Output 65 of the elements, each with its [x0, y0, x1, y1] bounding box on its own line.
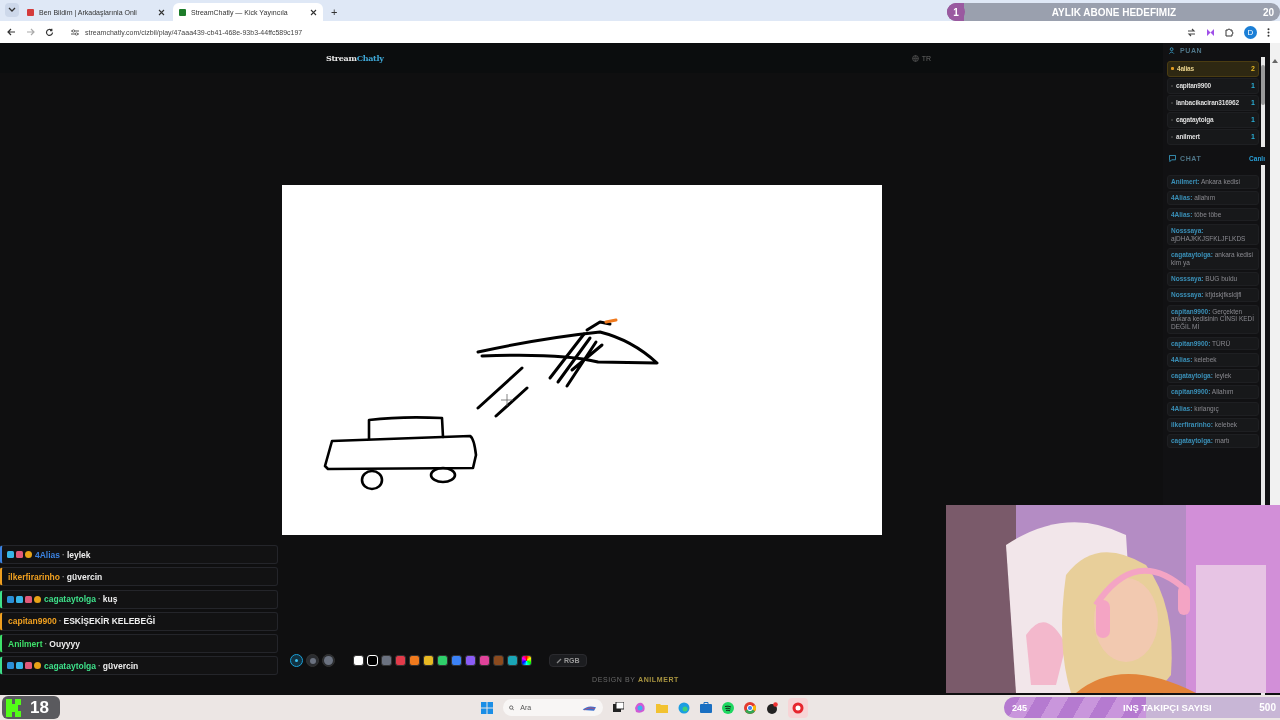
- spotify-icon[interactable]: [722, 701, 734, 714]
- close-icon[interactable]: [310, 8, 317, 16]
- color-swatch[interactable]: [395, 655, 406, 666]
- chat-text: Ouyyyy: [49, 638, 81, 649]
- chat-username: cagataytolga: [44, 661, 96, 671]
- color-swatch[interactable]: [465, 655, 476, 666]
- color-swatch[interactable]: [493, 655, 504, 666]
- chat-username: 4Alias: [35, 549, 61, 560]
- chrome-icon[interactable]: [744, 701, 756, 714]
- new-tab-button[interactable]: +: [331, 6, 338, 18]
- separator-dot: ·: [58, 616, 62, 627]
- profile-avatar[interactable]: D: [1244, 25, 1257, 39]
- users-icon: [1169, 46, 1176, 54]
- color-swatch[interactable]: [381, 655, 392, 666]
- page-scrollbar[interactable]: [1270, 43, 1280, 505]
- color-swatch[interactable]: [437, 655, 448, 666]
- tab-list-icon[interactable]: [5, 3, 19, 17]
- custom-color-swatch[interactable]: [521, 655, 532, 666]
- color-swatch[interactable]: [409, 655, 420, 666]
- kick-counter: 18: [2, 696, 60, 719]
- chat-username: ilkerfirarinho: [8, 571, 60, 582]
- separator-dot: ·: [97, 661, 101, 671]
- separator-dot: ·: [62, 549, 65, 560]
- chat-text: kuş: [102, 594, 118, 605]
- scroll-up-icon[interactable]: [1272, 59, 1278, 63]
- app-icon[interactable]: [766, 701, 778, 714]
- site-settings-icon[interactable]: [71, 28, 79, 36]
- store-icon[interactable]: [700, 702, 712, 713]
- search-icon[interactable]: [509, 703, 515, 712]
- goal-target: 20: [1262, 6, 1275, 18]
- chat-icon: [1169, 154, 1176, 162]
- chat-text: leylek: [66, 549, 91, 560]
- chat-username: Anilmert: [8, 638, 43, 649]
- pencil-icon: [556, 657, 562, 664]
- translate-icon[interactable]: [1187, 27, 1196, 37]
- color-swatch[interactable]: [451, 655, 462, 666]
- brush-size-button[interactable]: [322, 654, 335, 667]
- chat-text: ESKİŞEKİR KELEBEĞİ: [63, 616, 156, 627]
- separator-dot: ·: [61, 571, 65, 582]
- extension-icon[interactable]: [1206, 27, 1215, 37]
- task-view-icon[interactable]: [613, 702, 624, 713]
- copilot-icon[interactable]: [634, 701, 646, 714]
- goal-title: AYLIK ABONE HEDEFIMIZ: [1051, 6, 1177, 18]
- close-icon[interactable]: [158, 8, 165, 16]
- crosshair-icon: [500, 393, 513, 407]
- brush-size-button[interactable]: [290, 654, 303, 667]
- back-icon[interactable]: [7, 28, 16, 36]
- brush-size-button[interactable]: [306, 654, 319, 667]
- logo[interactable]: StreamChatly: [326, 53, 384, 63]
- color-swatch[interactable]: [507, 655, 518, 666]
- start-icon[interactable]: [481, 701, 493, 714]
- chat-text: güvercin: [102, 661, 139, 671]
- goal-target: 500: [1259, 702, 1277, 713]
- color-swatch[interactable]: [479, 655, 490, 666]
- separator-dot: ·: [44, 638, 48, 649]
- reload-icon[interactable]: [45, 27, 54, 37]
- menu-icon[interactable]: [1267, 27, 1270, 37]
- color-swatch[interactable]: [353, 655, 364, 666]
- scrollbar[interactable]: [1261, 57, 1265, 147]
- chat-text: güvercin: [66, 571, 103, 582]
- separator-dot: ·: [97, 594, 101, 605]
- color-swatch[interactable]: [423, 655, 434, 666]
- chat-username: capitan9900: [8, 616, 57, 627]
- goal-current: 245: [1011, 702, 1028, 713]
- chat-username: cagataytolga: [44, 594, 96, 605]
